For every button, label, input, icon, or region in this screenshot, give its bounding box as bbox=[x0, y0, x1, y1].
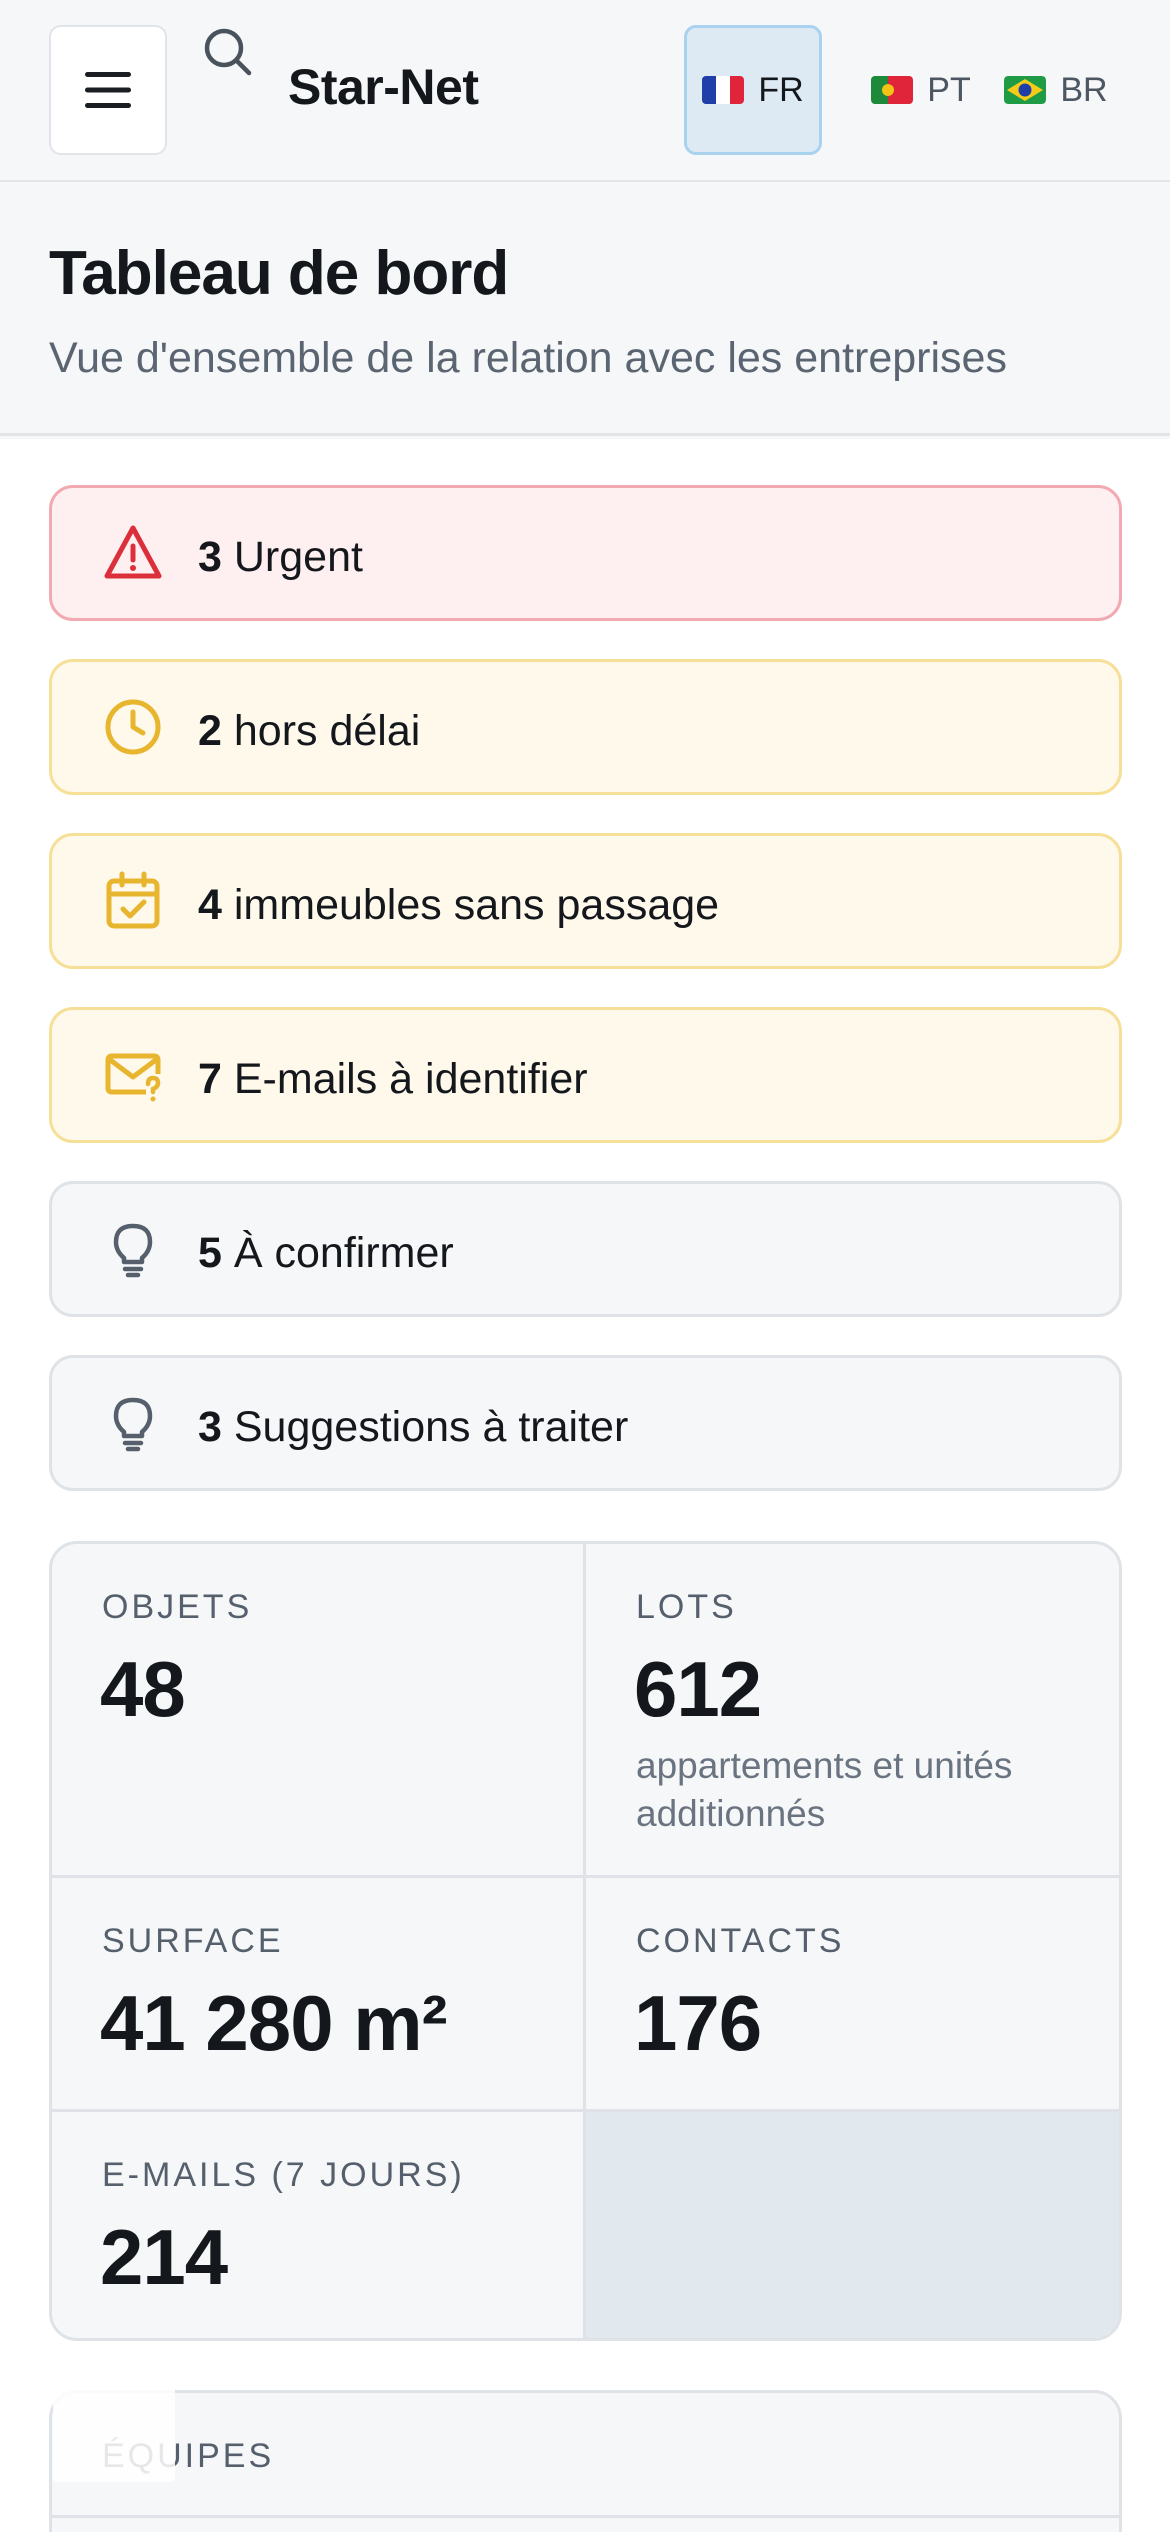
language-br-button[interactable]: BR bbox=[996, 25, 1116, 155]
search-icon bbox=[204, 28, 252, 76]
stat-label: OBJETS bbox=[102, 1588, 253, 1626]
alert-emails-to-identify[interactable]: 7 E-mails à identifier bbox=[49, 1007, 1122, 1143]
page-subtitle: Vue d'ensemble de la relation avec les e… bbox=[49, 334, 1007, 382]
alert-text: 3 Urgent bbox=[198, 533, 363, 581]
stat-value: 176 bbox=[634, 1979, 762, 2067]
app-name: Star-Net bbox=[288, 59, 479, 115]
alert-text: 3 Suggestions à traiter bbox=[198, 1403, 629, 1451]
teams-card: ÉQUIPES bbox=[49, 2390, 1122, 2532]
language-code: FR bbox=[758, 70, 804, 109]
stat-lots: LOTS 612 appartements et unités addition… bbox=[586, 1544, 1119, 1878]
stats-grid: OBJETS 48 LOTS 612 appartements et unité… bbox=[49, 1541, 1122, 2341]
mail-question-icon bbox=[105, 1053, 161, 1102]
alert-text: 5 À confirmer bbox=[198, 1229, 454, 1277]
language-code: PT bbox=[927, 70, 971, 109]
floating-overlay bbox=[53, 2354, 175, 2482]
stat-value: 214 bbox=[100, 2213, 228, 2301]
alert-suggestions[interactable]: 3 Suggestions à traiter bbox=[49, 1355, 1122, 1491]
page-title: Tableau de bord bbox=[49, 239, 509, 308]
brazil-flag-icon bbox=[1004, 76, 1047, 104]
stat-objets: OBJETS 48 bbox=[52, 1544, 586, 1878]
clock-icon bbox=[105, 699, 161, 755]
stat-value: 48 bbox=[100, 1645, 186, 1733]
empty-cell bbox=[586, 2112, 1119, 2338]
alert-buildings-no-visit[interactable]: 4 immeubles sans passage bbox=[49, 833, 1122, 969]
alert-overdue[interactable]: 2 hors délai bbox=[49, 659, 1122, 795]
top-bar: Star-Net FR PT BR bbox=[0, 0, 1170, 182]
lightbulb-icon bbox=[113, 1397, 153, 1452]
stat-label: E-MAILS (7 JOURS) bbox=[102, 2156, 465, 2194]
stat-label: CONTACTS bbox=[636, 1922, 845, 1960]
alert-text: 7 E-mails à identifier bbox=[198, 1055, 588, 1103]
language-pt-button[interactable]: PT bbox=[846, 25, 996, 155]
calendar-check-icon bbox=[106, 871, 160, 929]
alert-text: 2 hors délai bbox=[198, 707, 421, 755]
lightbulb-icon bbox=[113, 1223, 153, 1278]
stat-value: 612 bbox=[634, 1645, 762, 1733]
stat-value: 41 280 m² bbox=[100, 1979, 448, 2067]
page-header: Tableau de bord Vue d'ensemble de la rel… bbox=[0, 184, 1170, 436]
warning-triangle-icon bbox=[104, 525, 162, 579]
portugal-flag-icon bbox=[871, 76, 914, 104]
hamburger-icon bbox=[85, 72, 131, 108]
stat-contacts: CONTACTS 176 bbox=[586, 1878, 1119, 2112]
stat-emails-7-days: E-MAILS (7 JOURS) 214 bbox=[52, 2112, 586, 2338]
language-code: BR bbox=[1060, 70, 1108, 109]
alert-to-confirm[interactable]: 5 À confirmer bbox=[49, 1181, 1122, 1317]
france-flag-icon bbox=[702, 76, 745, 104]
language-fr-button[interactable]: FR bbox=[684, 25, 822, 155]
stat-label: LOTS bbox=[636, 1588, 737, 1626]
stat-note: appartements et unités additionnés bbox=[636, 1745, 1013, 1834]
alert-urgent[interactable]: 3 Urgent bbox=[49, 485, 1122, 621]
divider bbox=[52, 2515, 1119, 2518]
stat-label: SURFACE bbox=[102, 1922, 284, 1960]
menu-button[interactable] bbox=[49, 25, 167, 155]
stat-surface: SURFACE 41 280 m² bbox=[52, 1878, 586, 2112]
search-button[interactable] bbox=[200, 24, 256, 80]
alert-text: 4 immeubles sans passage bbox=[198, 881, 720, 929]
